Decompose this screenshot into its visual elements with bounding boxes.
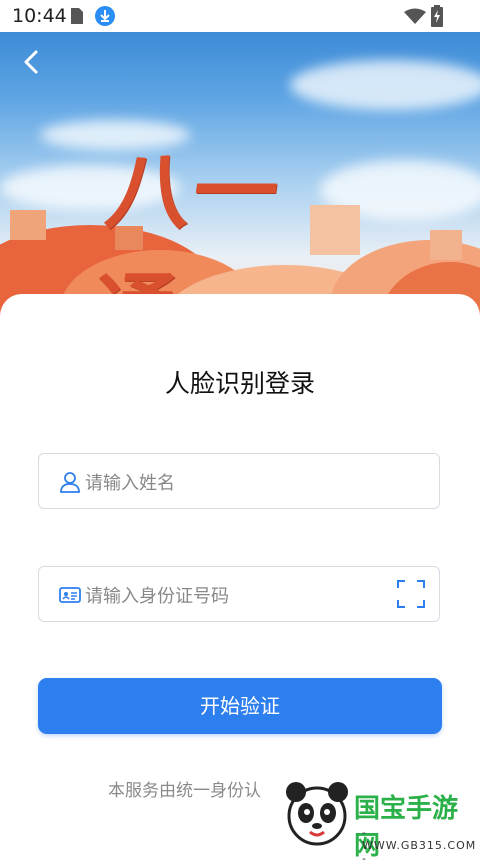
banner-calligraphy: 八一通 [84, 142, 287, 330]
chevron-left-icon [24, 50, 38, 74]
page-title: 人脸识别登录 [164, 369, 315, 398]
sim-card-icon [71, 8, 83, 24]
panda-logo [286, 782, 348, 846]
start-verify-button[interactable]: 开始验证 [38, 678, 442, 734]
status-time: 10:44 [12, 5, 67, 27]
back-button[interactable] [14, 44, 50, 80]
battery-charging-icon [431, 5, 443, 27]
id-placeholder: 请输入身份证号码 [85, 586, 229, 607]
watermark: 国宝手游网 - WWW.GB315.COM - [264, 770, 480, 865]
header-banner: 八一通 [0, 0, 480, 330]
id-card-icon [59, 587, 81, 603]
scan-icon[interactable] [397, 580, 425, 608]
id-number-input[interactable]: 请输入身份证号码 [38, 566, 440, 622]
wifi-icon [404, 8, 426, 24]
name-placeholder: 请输入姓名 [85, 473, 175, 494]
name-input[interactable]: 请输入姓名 [38, 453, 440, 509]
download-icon [95, 6, 115, 26]
watermark-url: - WWW.GB315.COM - [362, 826, 477, 865]
service-footer-text: 本服务由统一身份认 [108, 781, 261, 801]
user-icon [60, 472, 80, 493]
status-bar: 10:44 [0, 0, 480, 32]
